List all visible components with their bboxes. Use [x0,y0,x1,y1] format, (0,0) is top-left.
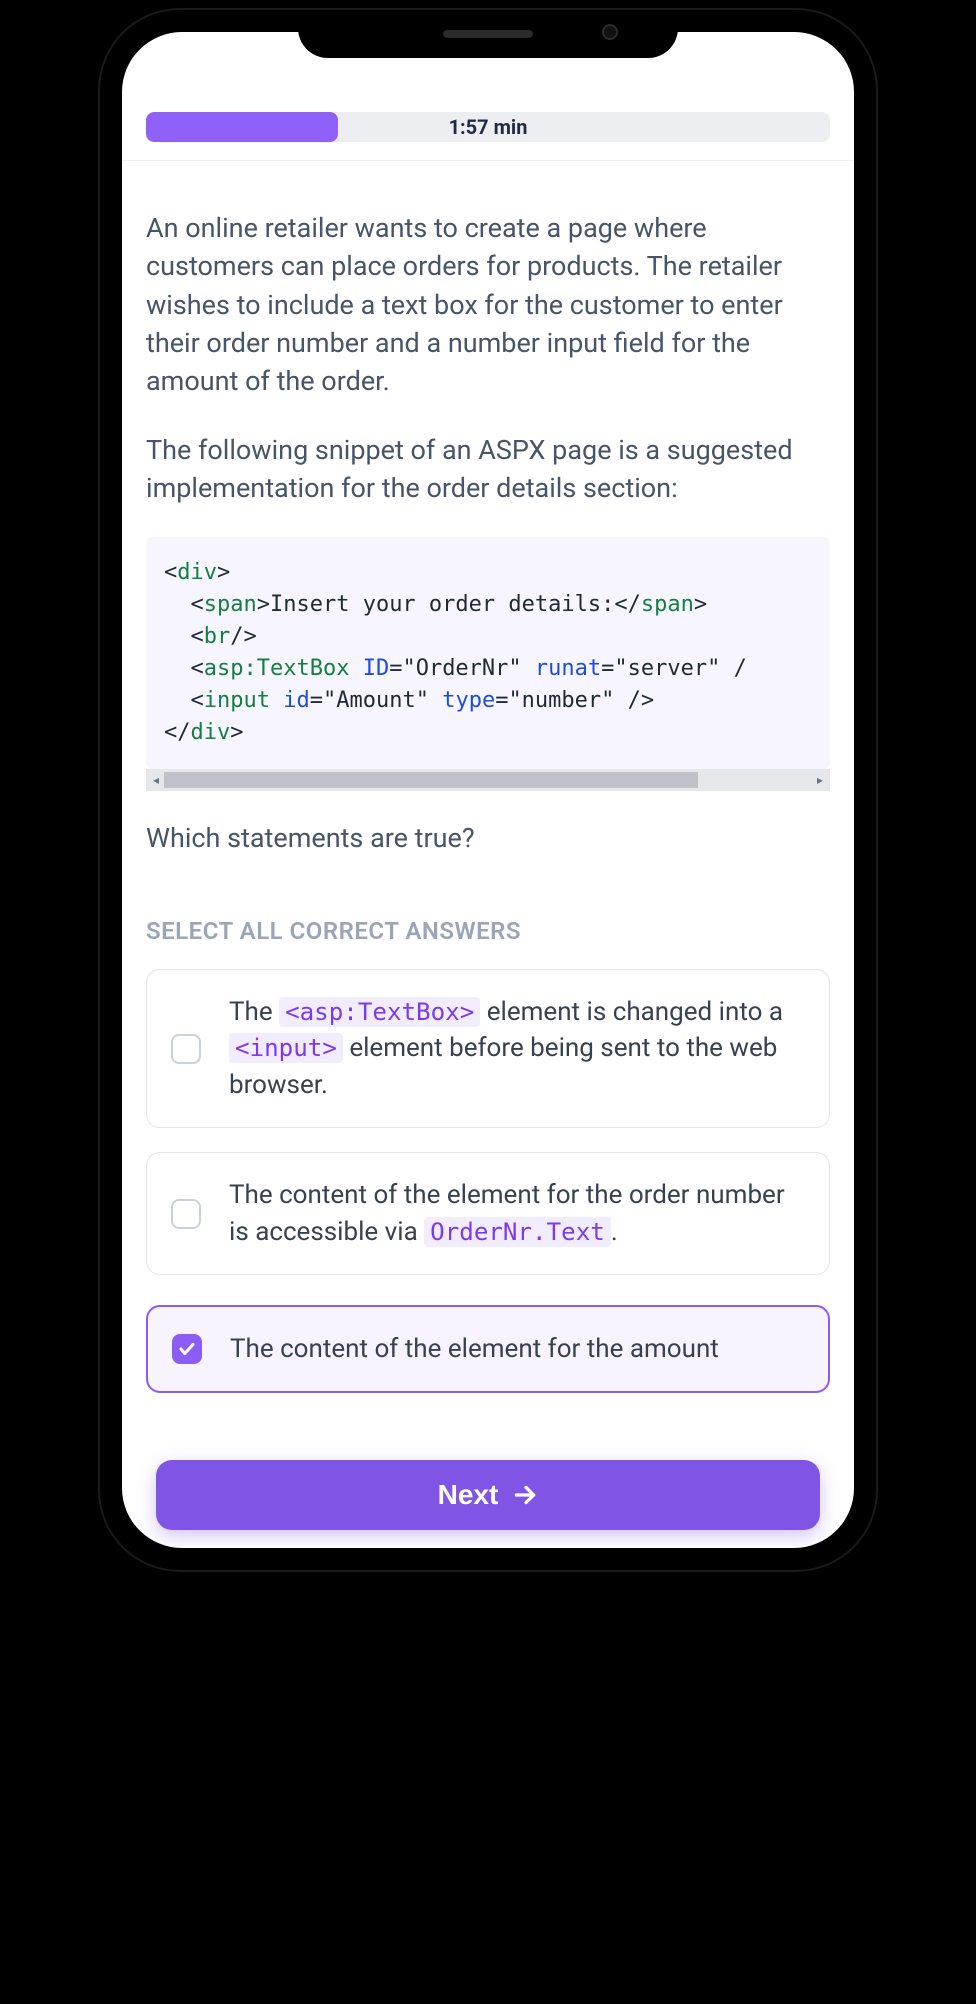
checkbox-option-1[interactable] [171,1034,201,1064]
question-paragraph-3: Which statements are true? [146,819,830,857]
code-lines: <div> <span>Insert your order details:</… [146,537,830,768]
code-horizontal-scrollbar[interactable]: ◂ ▸ [146,769,830,791]
check-icon [178,1340,196,1358]
answer-option-2[interactable]: The content of the element for the order… [146,1152,830,1275]
speaker-slot [443,30,533,38]
next-button[interactable]: Next [156,1460,820,1530]
progress-track: 1:57 min [146,112,830,142]
arrow-right-icon [512,1482,538,1508]
option-3-text: The content of the element for the amoun… [230,1331,719,1367]
checkbox-option-3[interactable] [172,1334,202,1364]
phone-notch [298,10,678,58]
option-1-text: The <asp:TextBox> element is changed int… [229,994,805,1103]
phone-frame: 1:57 min An online retailer wants to cre… [100,10,876,1570]
answer-option-3[interactable]: The content of the element for the amoun… [146,1305,830,1393]
option-2-text: The content of the element for the order… [229,1177,805,1250]
scroll-right-icon[interactable]: ▸ [812,773,828,787]
scroll-thumb[interactable] [164,772,698,788]
timer-label: 1:57 min [146,112,830,142]
answer-instruction: SELECT ALL CORRECT ANSWERS [146,917,830,945]
next-button-label: Next [438,1479,499,1511]
question-paragraph-2: The following snippet of an ASPX page is… [146,431,830,508]
screen: 1:57 min An online retailer wants to cre… [122,32,854,1548]
checkbox-option-2[interactable] [171,1199,201,1229]
answer-option-1[interactable]: The <asp:TextBox> element is changed int… [146,969,830,1128]
question-paragraph-1: An online retailer wants to create a pag… [146,209,830,401]
scroll-left-icon[interactable]: ◂ [148,773,164,787]
code-snippet: <div> <span>Insert your order details:</… [146,537,830,768]
question-content: An online retailer wants to create a pag… [122,161,854,1548]
front-camera [602,24,618,40]
